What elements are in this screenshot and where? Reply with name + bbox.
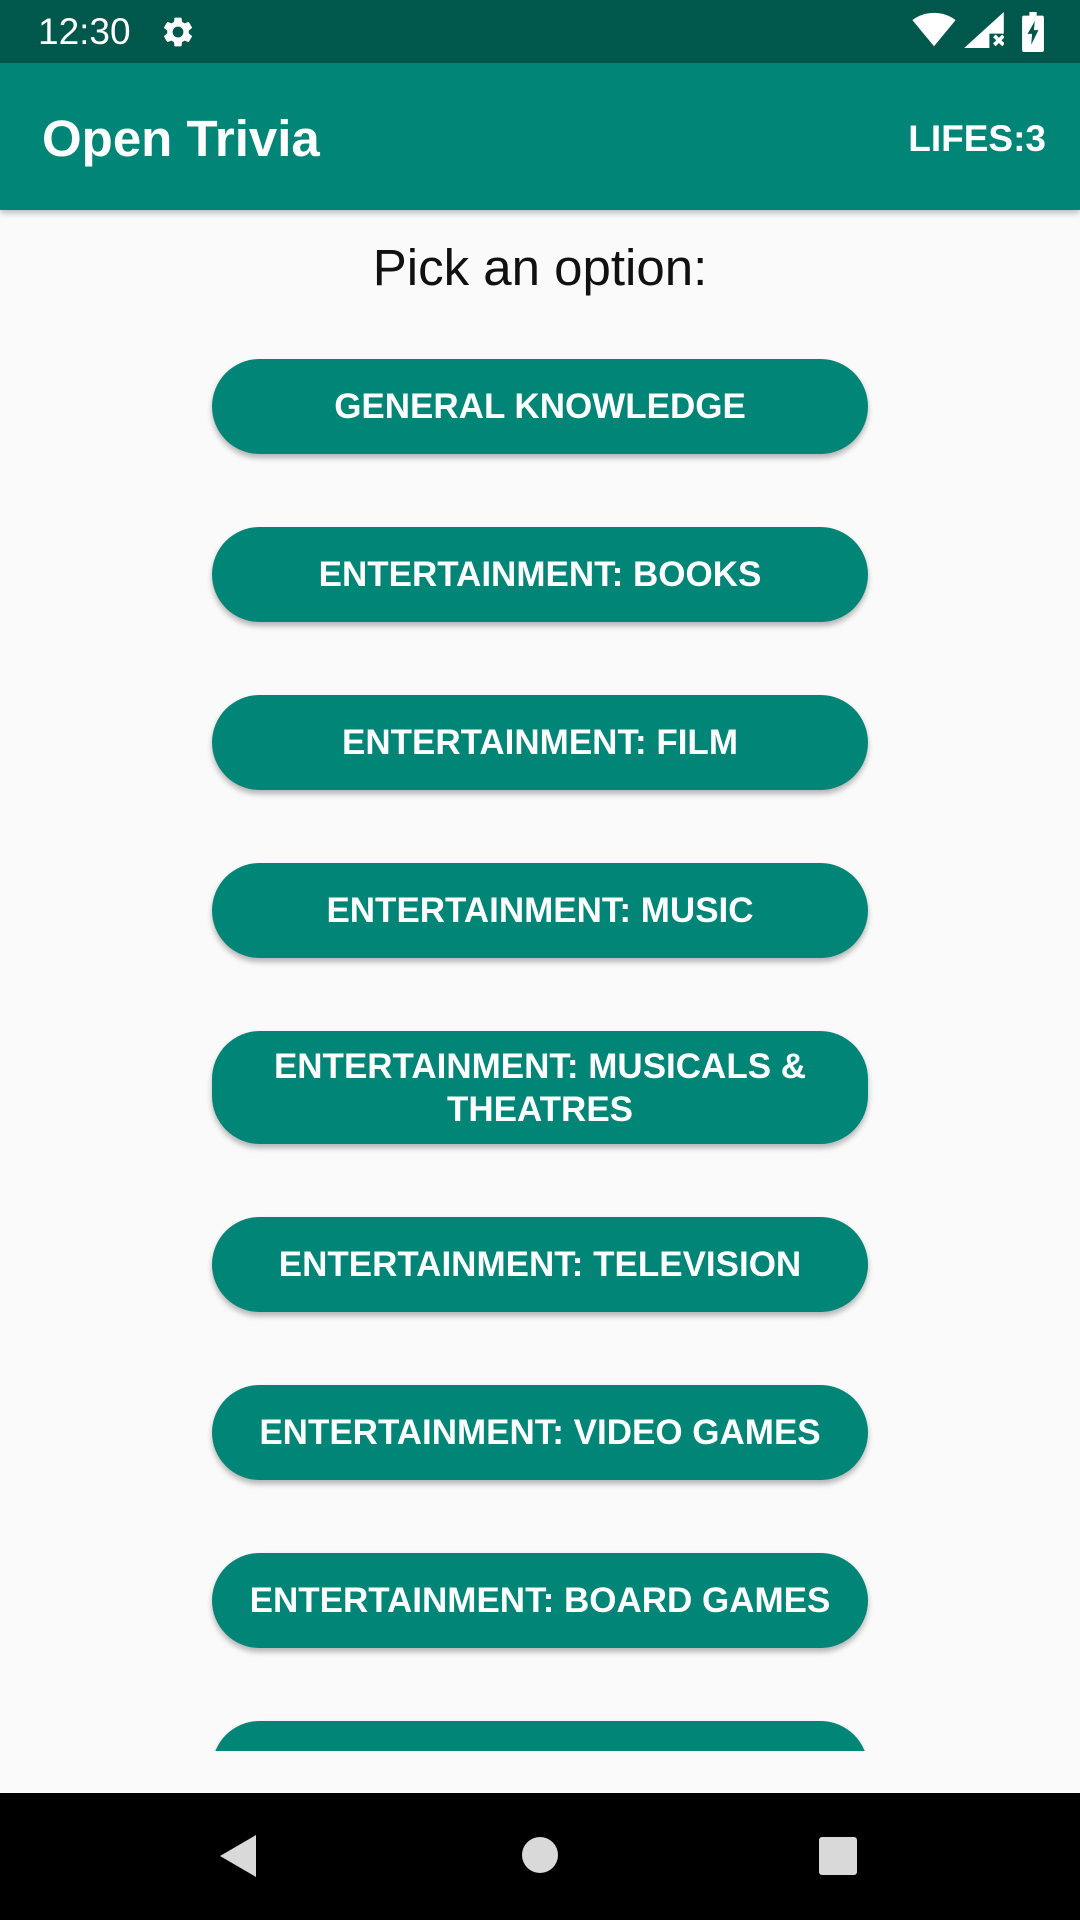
category-list[interactable]: Pick an option: GENERAL KNOWLEDGE ENTERT… [0, 210, 1080, 1751]
category-button-general-knowledge[interactable]: GENERAL KNOWLEDGE [212, 359, 868, 454]
app-title: Open Trivia [42, 110, 320, 167]
category-button-books[interactable]: ENTERTAINMENT: BOOKS [212, 527, 868, 622]
recents-icon[interactable] [818, 1836, 858, 1876]
category-button-musicals-theatres[interactable]: ENTERTAINMENT: MUSICALS & THEATRES [212, 1031, 868, 1144]
signal-icon [964, 12, 1004, 48]
lifes-counter: LIFES:3 [908, 118, 1046, 159]
battery-charging-icon [1022, 12, 1044, 52]
category-button-music[interactable]: ENTERTAINMENT: MUSIC [212, 863, 868, 958]
wifi-icon [912, 12, 956, 47]
category-button-partial[interactable] [212, 1721, 868, 1751]
category-button-film[interactable]: ENTERTAINMENT: FILM [212, 695, 868, 790]
settings-icon [163, 17, 193, 47]
app-bar: Open Trivia LIFES:3 [0, 63, 1080, 210]
category-button-television[interactable]: ENTERTAINMENT: TELEVISION [212, 1217, 868, 1312]
nav-bar [0, 1793, 1080, 1920]
status-bar: 12:30 [0, 0, 1080, 63]
status-time: 12:30 [38, 11, 131, 52]
category-button-board-games[interactable]: ENTERTAINMENT: BOARD GAMES [212, 1553, 868, 1648]
prompt-label: Pick an option: [372, 239, 708, 296]
category-button-video-games[interactable]: ENTERTAINMENT: VIDEO GAMES [212, 1385, 868, 1480]
home-icon[interactable] [520, 1835, 560, 1875]
back-icon[interactable] [218, 1833, 258, 1879]
